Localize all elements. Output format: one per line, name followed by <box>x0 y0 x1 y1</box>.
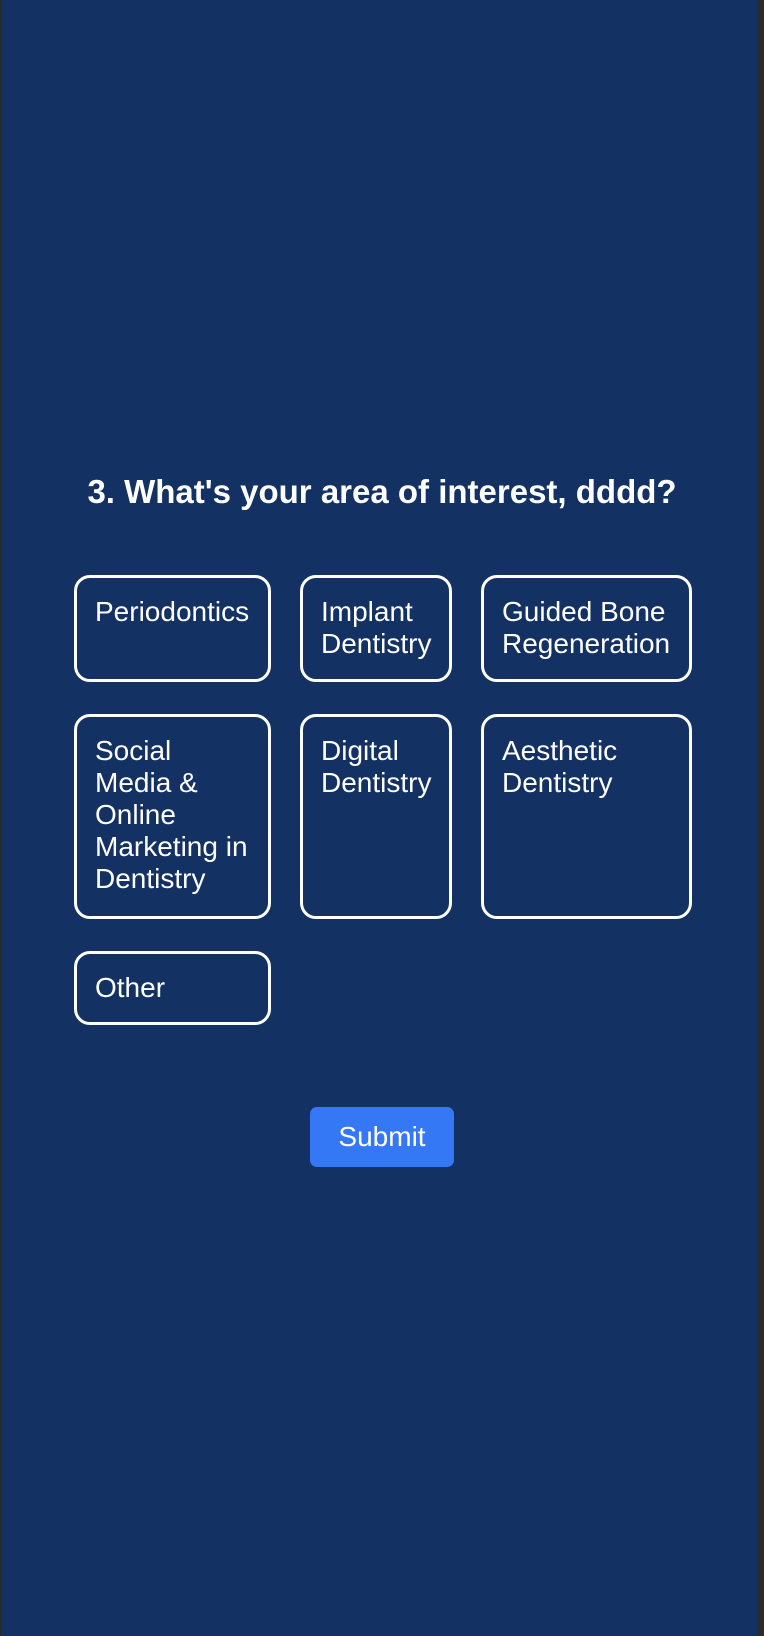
option-social-media-online-marketing[interactable]: Social Media & Online Marketing in Denti… <box>74 714 271 919</box>
option-label: Guided Bone Regeneration <box>502 596 671 659</box>
option-guided-bone-regeneration[interactable]: Guided Bone Regeneration <box>481 575 692 682</box>
submit-button[interactable]: Submit <box>310 1107 454 1167</box>
option-label: Other <box>95 972 166 1003</box>
option-other[interactable]: Other <box>74 951 271 1025</box>
option-implant-dentistry[interactable]: Implant Dentistry <box>300 575 452 682</box>
option-label: Implant Dentistry <box>321 596 432 659</box>
option-aesthetic-dentistry[interactable]: Aesthetic Dentistry <box>481 714 692 919</box>
option-digital-dentistry[interactable]: Digital Dentistry <box>300 714 452 919</box>
option-label: Aesthetic Dentistry <box>502 735 618 798</box>
option-periodontics[interactable]: Periodontics <box>74 575 271 682</box>
option-label: Social Media & Online Marketing in Denti… <box>95 735 248 894</box>
option-label: Periodontics <box>95 596 250 627</box>
survey-screen: 3. What's your area of interest, dddd? P… <box>2 0 757 1636</box>
option-label: Digital Dentistry <box>321 735 432 798</box>
question-heading: 3. What's your area of interest, dddd? <box>87 473 677 510</box>
